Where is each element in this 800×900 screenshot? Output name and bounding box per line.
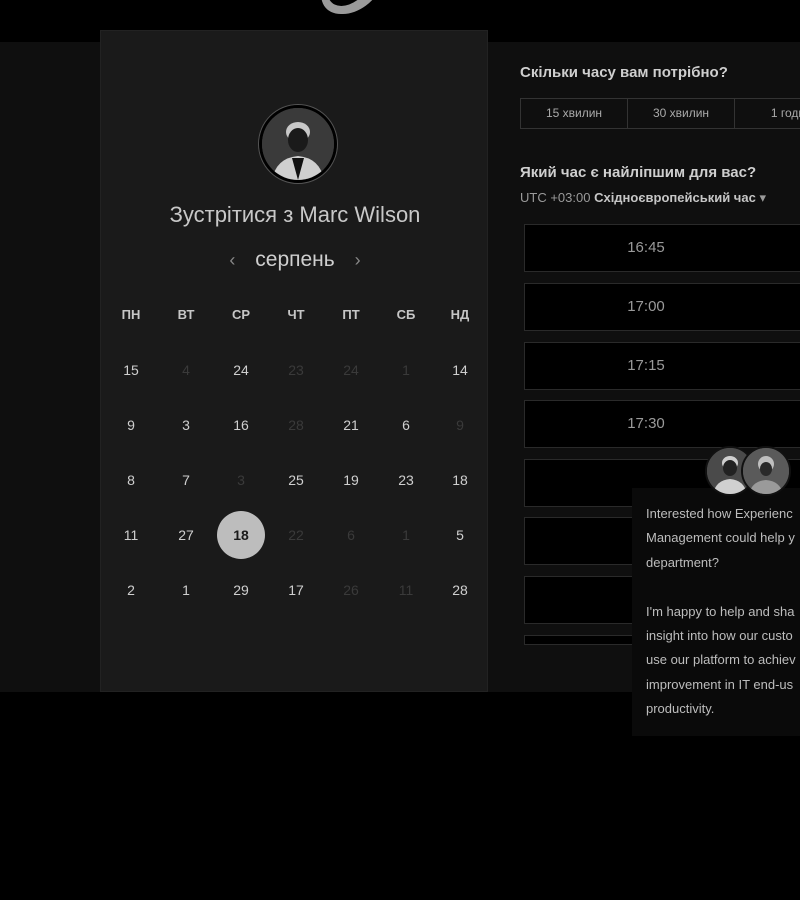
- calendar-day[interactable]: 26: [327, 566, 375, 614]
- month-navigator: ‹ серпень ›: [101, 248, 489, 272]
- calendar-day[interactable]: 9: [107, 401, 155, 449]
- duration-option[interactable]: 30 хвилин: [628, 99, 735, 128]
- calendar-day[interactable]: 14: [436, 346, 484, 394]
- calendar-day[interactable]: 7: [162, 456, 210, 504]
- calendar-day-selected[interactable]: 18: [217, 511, 265, 559]
- weekday-label: ВТ: [177, 307, 195, 322]
- calendar-day[interactable]: 25: [272, 456, 320, 504]
- duration-options: 15 хвилин 30 хвилин 1 годи: [520, 98, 800, 129]
- chat-message: Interested how Experienc Management coul…: [646, 506, 796, 717]
- calendar-day[interactable]: 16: [217, 401, 265, 449]
- time-slot[interactable]: 17:15: [524, 342, 800, 390]
- calendar-day[interactable]: 18: [436, 456, 484, 504]
- calendar-day[interactable]: 23: [382, 456, 430, 504]
- duration-option[interactable]: 1 годи: [735, 99, 800, 128]
- time-slot[interactable]: 17:30: [524, 400, 800, 448]
- calendar-day[interactable]: 6: [382, 401, 430, 449]
- calendar-day[interactable]: 21: [327, 401, 375, 449]
- calendar-day[interactable]: 5: [436, 511, 484, 559]
- calendar-day[interactable]: 28: [436, 566, 484, 614]
- calendar-day[interactable]: 19: [327, 456, 375, 504]
- weekday-label: НД: [450, 307, 470, 322]
- calendar-day[interactable]: 1: [162, 566, 210, 614]
- calendar-day[interactable]: 22: [272, 511, 320, 559]
- calendar-day[interactable]: 9: [436, 401, 484, 449]
- timezone-offset: UTC +03:00: [520, 190, 591, 205]
- calendar-day[interactable]: 17: [272, 566, 320, 614]
- calendar-day[interactable]: 29: [217, 566, 265, 614]
- timezone-selector[interactable]: UTC +03:00 Східноєвропейський час ▾: [520, 190, 766, 206]
- prev-month-icon[interactable]: ‹: [215, 250, 249, 270]
- calendar-day[interactable]: 15: [107, 346, 155, 394]
- calendar-day[interactable]: 27: [162, 511, 210, 559]
- weekday-label: СБ: [396, 307, 416, 322]
- time-slot[interactable]: 17:00: [524, 283, 800, 331]
- chevron-down-icon: ▾: [759, 190, 766, 205]
- calendar-day[interactable]: 28: [272, 401, 320, 449]
- calendar-day[interactable]: 1: [382, 511, 430, 559]
- calendar-day[interactable]: 11: [382, 566, 430, 614]
- meeting-title: Зустрітися з Marc Wilson: [169, 202, 421, 227]
- person-icon: [743, 448, 789, 494]
- calendar-day[interactable]: 11: [107, 511, 155, 559]
- calendar-day[interactable]: 4: [162, 346, 210, 394]
- person-icon: [262, 108, 334, 180]
- month-label: серпень: [255, 248, 335, 271]
- time-slot[interactable]: 16:45: [524, 224, 800, 272]
- calendar-day[interactable]: 8: [107, 456, 155, 504]
- timezone-name: Східноєвропейський час: [594, 190, 756, 205]
- agent-avatar[interactable]: [741, 446, 791, 496]
- weekday-label: ПТ: [342, 307, 360, 322]
- weekday-label: СР: [231, 307, 251, 322]
- calendar-day[interactable]: 1: [382, 346, 430, 394]
- calendar-card: Зустрітися з Marc Wilson ‹ серпень › ПН В…: [100, 30, 488, 692]
- calendar-day[interactable]: 24: [327, 346, 375, 394]
- duration-question: Скільки часу вам потрібно?: [520, 64, 728, 81]
- weekday-label: ЧТ: [287, 307, 305, 322]
- calendar-day[interactable]: 2: [107, 566, 155, 614]
- host-avatar: [259, 105, 337, 183]
- next-month-icon[interactable]: ›: [341, 250, 375, 270]
- duration-option[interactable]: 15 хвилин: [521, 99, 628, 128]
- calendar-day[interactable]: 23: [272, 346, 320, 394]
- calendar-day[interactable]: 24: [217, 346, 265, 394]
- weekday-label: ПН: [121, 307, 141, 322]
- calendar-day[interactable]: 3: [217, 456, 265, 504]
- time-question: Який час є найліпшим для вас?: [520, 164, 757, 181]
- calendar-day[interactable]: 6: [327, 511, 375, 559]
- calendar-day[interactable]: 3: [162, 401, 210, 449]
- chat-popup[interactable]: Interested how Experienc Management coul…: [632, 488, 800, 736]
